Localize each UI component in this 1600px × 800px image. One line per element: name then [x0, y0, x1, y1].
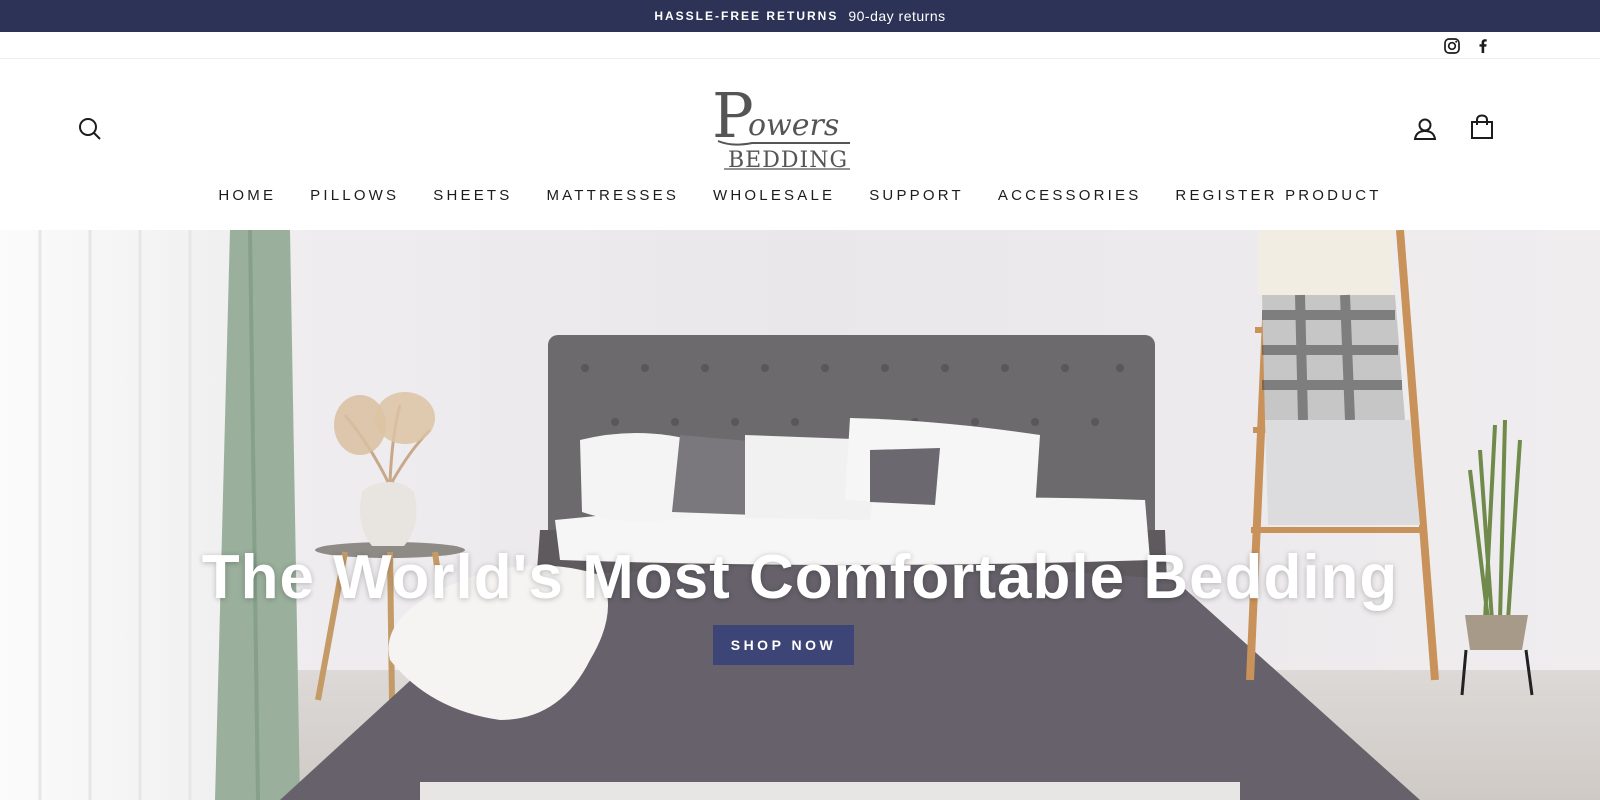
hero-title: The World's Most Comfortable Bedding — [201, 543, 1399, 612]
logo[interactable]: P owers BEDDING — [712, 79, 860, 173]
announcement-strong: HASSLE-FREE RETURNS — [654, 9, 839, 23]
hero-image — [0, 230, 1600, 800]
nav-pillows[interactable]: PILLOWS — [310, 183, 399, 208]
user-icon[interactable] — [1408, 112, 1442, 146]
nav-wholesale[interactable]: WHOLESALE — [713, 183, 835, 208]
search-icon[interactable] — [73, 112, 107, 146]
announcement-bar: HASSLE-FREE RETURNS 90-day returns — [0, 0, 1600, 32]
nav-sheets[interactable]: SHEETS — [433, 183, 512, 208]
announcement-light: 90-day returns — [848, 8, 946, 24]
shop-now-button[interactable]: SHOP NOW — [713, 625, 854, 665]
main-nav: HOME PILLOWS SHEETS MATTRESSES WHOLESALE… — [0, 183, 1600, 208]
nav-home[interactable]: HOME — [218, 183, 276, 208]
nav-mattresses[interactable]: MATTRESSES — [546, 183, 679, 208]
utility-bar — [0, 32, 1600, 59]
nav-accessories[interactable]: ACCESSORIES — [998, 183, 1142, 208]
instagram-icon[interactable] — [1442, 36, 1462, 56]
facebook-icon[interactable] — [1473, 36, 1493, 56]
nav-support[interactable]: SUPPORT — [869, 183, 964, 208]
nav-register-product[interactable]: REGISTER PRODUCT — [1175, 183, 1381, 208]
logo-owers: owers — [748, 108, 839, 143]
site-header: P owers BEDDING HOME PILLOWS SHEETS MATT… — [0, 59, 1600, 230]
bag-icon[interactable] — [1465, 110, 1499, 144]
hero-banner: The World's Most Comfortable Bedding SHO… — [0, 230, 1600, 800]
